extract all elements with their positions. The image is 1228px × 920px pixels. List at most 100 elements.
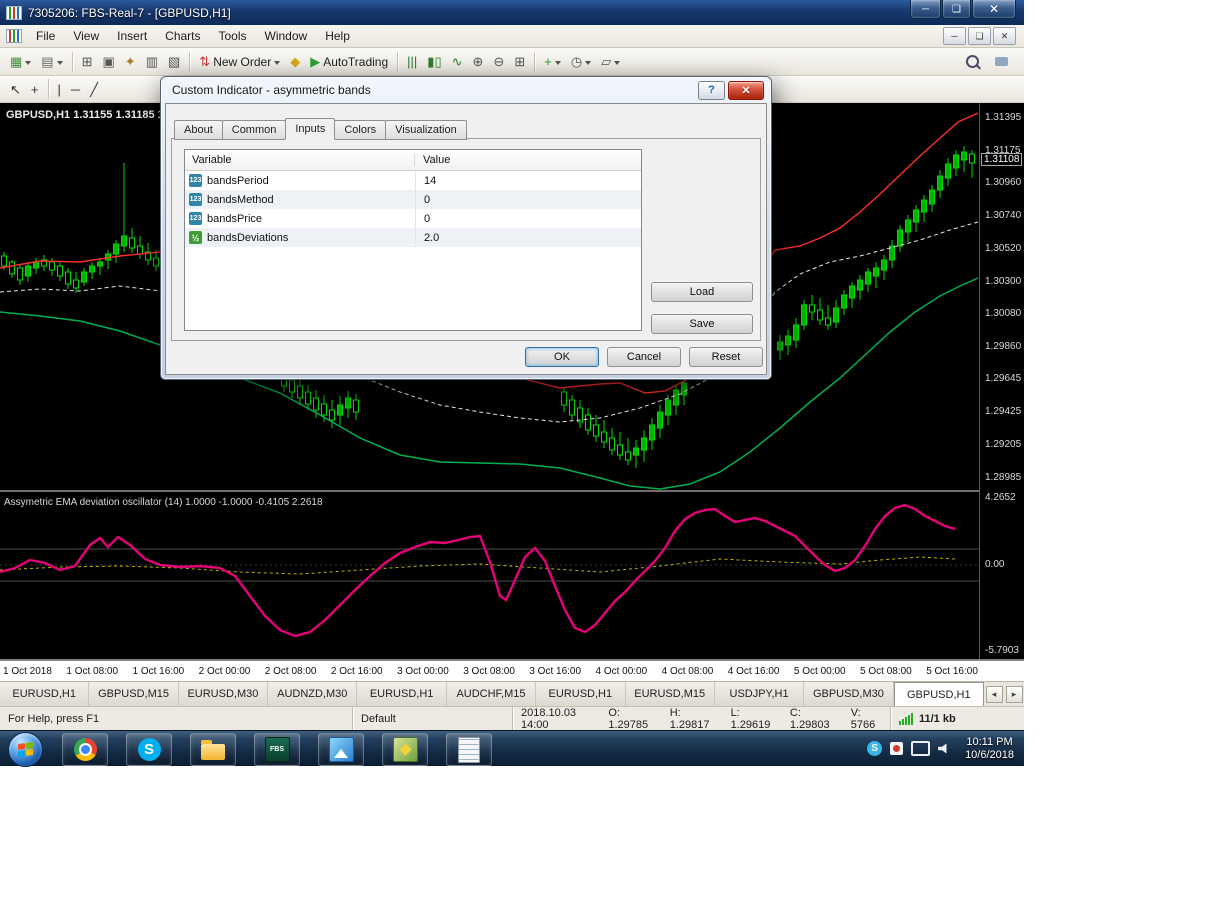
desktop: 7305206: FBS-Real-7 - [GBPUSD,H1] FileVi… (0, 0, 1024, 767)
parameter-row[interactable]: 123 bandsPrice 0 (185, 209, 641, 228)
strategy-tester-button[interactable]: ▧ (163, 51, 185, 73)
vertical-line-button[interactable]: | (53, 78, 66, 100)
taskbar-explorer-button[interactable] (190, 733, 236, 766)
dialog-title-bar[interactable]: Custom Indicator - asymmetric bands (161, 77, 771, 103)
menu-view[interactable]: View (64, 26, 108, 46)
new-order-button[interactable]: ⇅ New Order (194, 51, 285, 73)
taskbar-clock[interactable]: 10:11 PM 10/6/2018 (959, 736, 1020, 761)
periods-button[interactable]: ◷ (566, 51, 596, 73)
community-chat-icon-button[interactable] (990, 50, 1013, 74)
app-photos-icon (328, 737, 354, 762)
taskbar-fbs-button[interactable] (254, 733, 300, 766)
time-label: 5 Oct 00:00 (793, 665, 846, 677)
trendline-button[interactable]: ╱ (85, 78, 103, 100)
taskbar-notes-button[interactable] (446, 733, 492, 766)
tray-volume-icon[interactable] (938, 743, 947, 754)
zoom-in-button[interactable]: ⊕ (468, 51, 489, 73)
data-window-button[interactable]: ▣ (98, 51, 120, 73)
parameter-row[interactable]: 123 bandsMethod 0 (185, 190, 641, 209)
chart-tab-eurusd-m30[interactable]: EURUSD,M30 (178, 682, 269, 706)
zoom-out-button[interactable]: ⊖ (488, 51, 509, 73)
mdi-minimize-button[interactable] (943, 27, 966, 45)
dialog-tab-inputs[interactable]: Inputs (285, 118, 336, 140)
dialog-tab-colors[interactable]: Colors (334, 120, 387, 140)
price-tick: 1.29645 (985, 373, 1022, 384)
menu-file[interactable]: File (27, 26, 64, 46)
title-bar: 7305206: FBS-Real-7 - [GBPUSD,H1] (0, 0, 1024, 25)
menu-window[interactable]: Window (256, 26, 317, 46)
cancel-button[interactable]: Cancel (607, 347, 681, 367)
indicator-panel[interactable]: Assymetric EMA deviation oscillator (14)… (0, 492, 979, 658)
status-profile[interactable]: Default (352, 707, 512, 730)
chart-tab-eurusd-m15[interactable]: EURUSD,M15 (625, 682, 715, 706)
chart-tab-gbpusd-h1[interactable]: GBPUSD,H1 (893, 682, 984, 706)
dialog-help-button[interactable] (698, 80, 725, 100)
chart-tab-gbpusd-m15[interactable]: GBPUSD,M15 (89, 682, 179, 706)
new-chart-button[interactable]: ▦ (5, 51, 36, 73)
tray-skype-icon[interactable] (867, 741, 883, 756)
parameter-value[interactable]: 2.0 (415, 228, 641, 247)
dialog-tab-common[interactable]: Common (221, 120, 287, 140)
close-button[interactable] (972, 0, 1016, 19)
menu-insert[interactable]: Insert (108, 26, 156, 46)
chart-candles-button[interactable]: ▮▯ (422, 51, 446, 73)
save-button[interactable]: Save (651, 314, 753, 334)
chart-line-button[interactable]: ∿ (447, 51, 468, 73)
minimize-button[interactable] (910, 0, 941, 19)
dialog-tab-visualization[interactable]: Visualization (385, 120, 467, 140)
time-axis[interactable]: 1 Oct 2018 1 Oct 08:00 1 Oct 16:00 2 Oct 00… (0, 660, 1024, 681)
tray-alert-icon[interactable] (890, 742, 904, 755)
menu-tools[interactable]: Tools (210, 26, 256, 46)
taskbar-gallery-button[interactable] (382, 733, 428, 766)
taskbar-skype-button[interactable] (126, 733, 172, 766)
tray-display-icon[interactable] (911, 741, 931, 756)
autotrading-button[interactable]: ▶ AutoTrading (305, 51, 393, 73)
start-button[interactable] (8, 732, 43, 767)
market-watch-button[interactable]: ⊞ (77, 51, 98, 73)
chart-tab-eurusd-h1[interactable]: EURUSD,H1 (536, 682, 626, 706)
dialog-tab-about[interactable]: About (174, 120, 223, 140)
chart-tab-audnzd-m30[interactable]: AUDNZD,M30 (268, 682, 358, 706)
dialog-close-button[interactable] (728, 80, 764, 100)
horizontal-line-button[interactable]: ─ (66, 78, 85, 100)
price-scale[interactable]: 1.31108 1.31395 1.31175 1.30960 1.30740 1.30… (979, 103, 1024, 659)
chart-tab-gbpusd-m30[interactable]: GBPUSD,M30 (804, 682, 894, 706)
chart-tab-usdjpy-h1[interactable]: USDJPY,H1 (714, 682, 805, 706)
parameter-value[interactable]: 0 (415, 209, 641, 228)
mdi-close-button[interactable] (993, 27, 1016, 45)
chart-tab-eurusd-h1[interactable]: EURUSD,H1 (0, 682, 90, 706)
taskbar-chrome-button[interactable] (62, 733, 108, 766)
search-icon-button[interactable] (961, 50, 984, 74)
templates-button[interactable]: ▱ (596, 51, 625, 73)
tab-scroll-arrows (984, 682, 1024, 706)
restore-button[interactable] (942, 0, 971, 19)
metaeditor-button[interactable]: ◆ (285, 51, 305, 73)
dropdown-caret-icon (614, 60, 621, 68)
cursor-button[interactable]: ↖ (5, 78, 26, 100)
load-button[interactable]: Load (651, 282, 753, 302)
crosshair-button[interactable]: + (26, 78, 44, 100)
reset-button[interactable]: Reset (689, 347, 763, 367)
parameter-value[interactable]: 0 (415, 190, 641, 209)
terminal-button[interactable]: ▥ (141, 51, 163, 73)
parameter-value[interactable]: 14 (415, 171, 641, 190)
parameter-row[interactable]: 123 bandsPeriod 14 (185, 171, 641, 190)
mdi-restore-button[interactable] (968, 27, 991, 45)
taskbar-photos-button[interactable] (318, 733, 364, 766)
chart-tab-audchf-m15[interactable]: AUDCHF,M15 (446, 682, 537, 706)
chart-tab-eurusd-h1[interactable]: EURUSD,H1 (357, 682, 447, 706)
menu-charts[interactable]: Charts (156, 26, 209, 46)
tab-scroll-right-button[interactable] (1005, 685, 1023, 703)
navigator-button[interactable]: ✦ (120, 51, 141, 73)
menu-help[interactable]: Help (316, 26, 359, 46)
time-label: 2 Oct 08:00 (264, 665, 317, 677)
chart-bars-button[interactable]: ||| (402, 51, 422, 73)
tile-windows-button[interactable]: ⊞ (509, 51, 530, 73)
indicators-button[interactable]: + (539, 51, 566, 73)
tab-scroll-left-button[interactable] (985, 685, 1003, 703)
profiles-button[interactable]: ▤ (36, 51, 67, 73)
ok-button[interactable]: OK (525, 347, 599, 367)
toolbar-separator (189, 51, 191, 72)
parameter-row[interactable]: ½ bandsDeviations 2.0 (185, 228, 641, 247)
price-tick: 1.31175 (985, 145, 1021, 156)
